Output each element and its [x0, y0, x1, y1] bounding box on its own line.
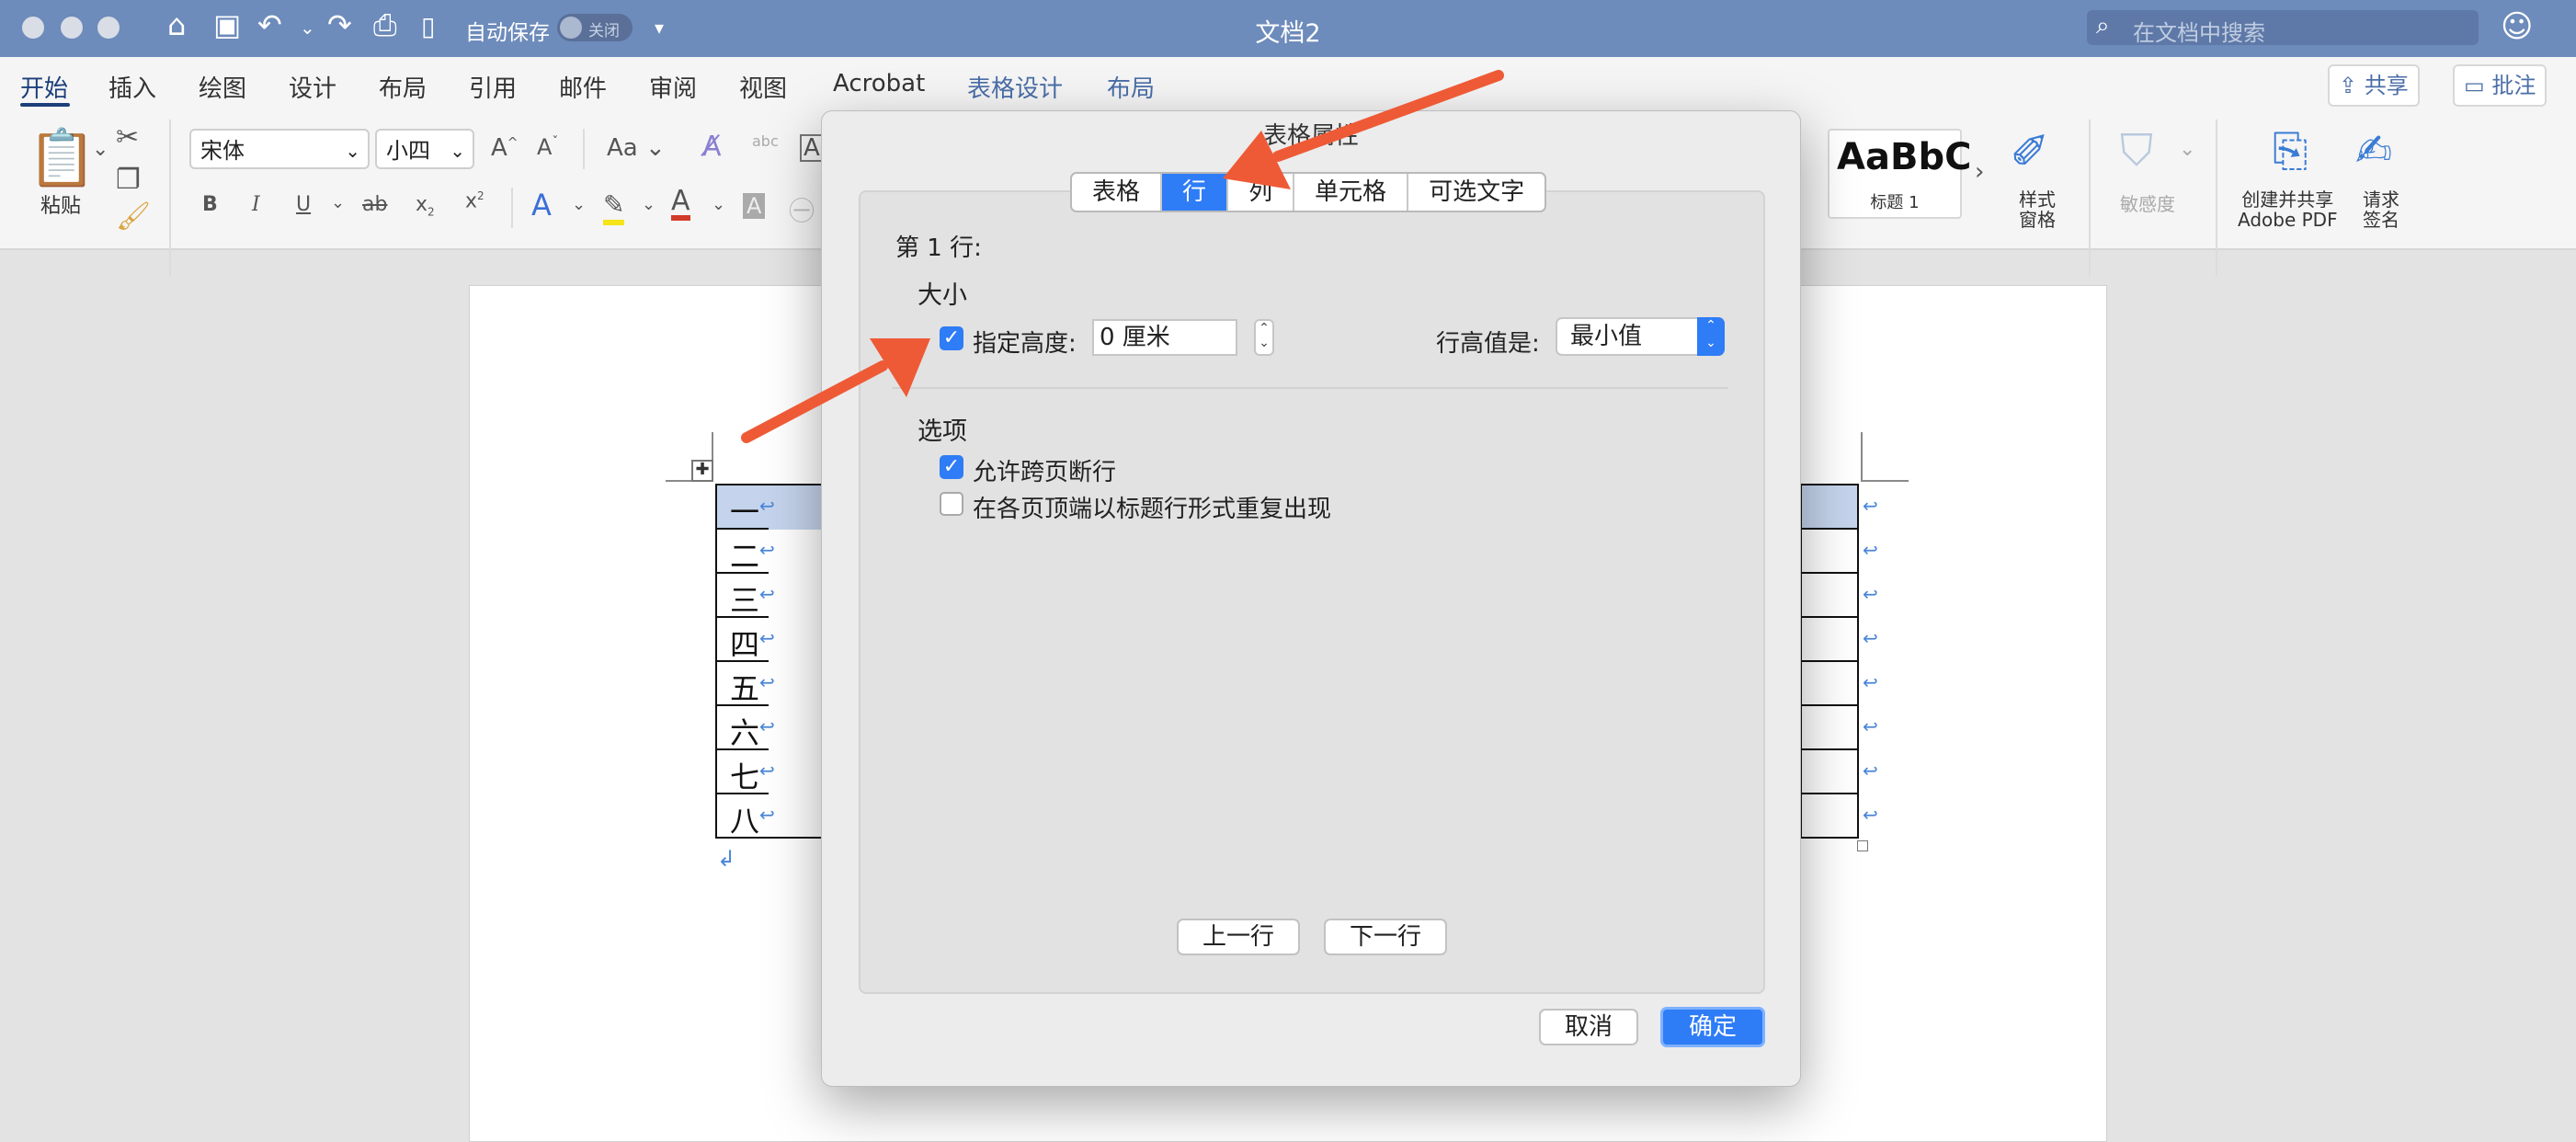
annotation-arrows	[741, 70, 1504, 443]
arrow-to-specify-height	[741, 338, 930, 443]
arrow-to-row-tab	[1223, 70, 1504, 189]
